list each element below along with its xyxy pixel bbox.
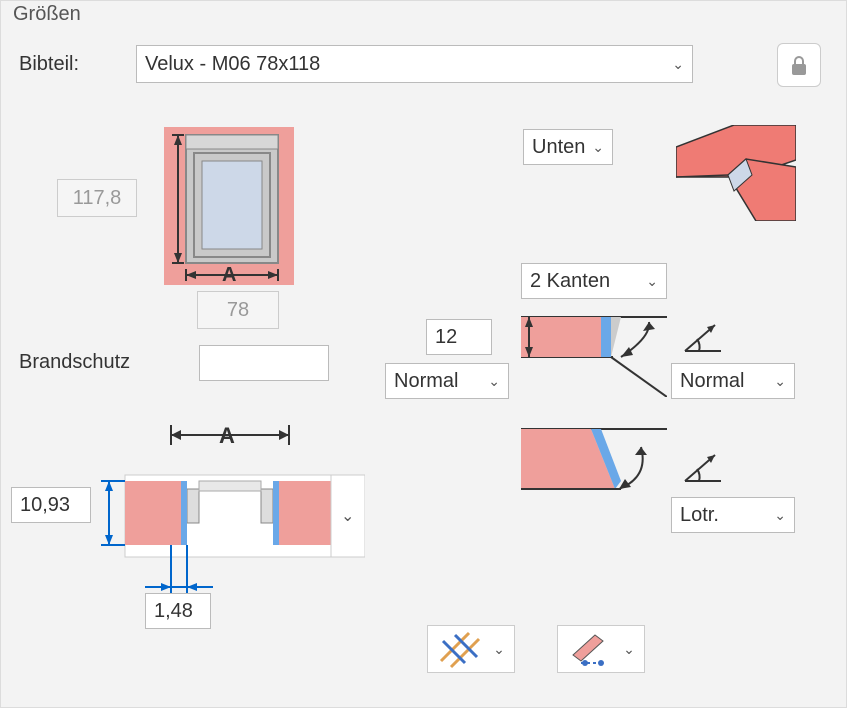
dim-a-input[interactable]: 10,93	[11, 487, 91, 523]
brandschutz-input[interactable]	[199, 345, 329, 381]
chevron-down-icon: ⌄	[488, 373, 500, 390]
bottom-edge-figure	[521, 417, 667, 513]
top-edge-value-input[interactable]: 12	[426, 319, 492, 355]
angle-icon	[681, 449, 725, 493]
chevron-down-icon: ⌄	[592, 139, 604, 156]
rafter-select[interactable]: ⌄	[557, 625, 645, 673]
angle-icon	[681, 319, 725, 363]
left-mode-select[interactable]: Normal ⌄	[385, 363, 509, 399]
width-value: 78	[197, 291, 279, 329]
sizes-panel: Größen Bibteil: Velux - M06 78x118 ⌄	[0, 0, 847, 708]
top-edge-figure	[521, 307, 667, 403]
roof-intersection-figure	[676, 125, 796, 221]
chevron-down-icon: ⌄	[646, 273, 658, 290]
right-mode-select-1[interactable]: Normal ⌄	[671, 363, 795, 399]
edges-select[interactable]: 2 Kanten ⌄	[521, 263, 667, 299]
chevron-down-icon: ⌄	[623, 641, 635, 658]
hatch-icon	[437, 629, 483, 669]
hatching-select[interactable]: ⌄	[427, 625, 515, 673]
lock-icon	[789, 54, 809, 76]
rafter-icon	[567, 629, 613, 669]
window-figure: A	[164, 127, 294, 285]
lock-button[interactable]	[777, 43, 821, 87]
dim-b-input[interactable]: 1,48	[145, 593, 211, 629]
chevron-down-icon: ⌄	[493, 641, 505, 658]
svg-text:A: A	[219, 423, 235, 448]
right-mode-select-2[interactable]: Lotr. ⌄	[671, 497, 795, 533]
bibteil-value: Velux - M06 78x118	[145, 53, 320, 76]
bibteil-label: Bibteil:	[19, 53, 79, 76]
chevron-down-icon: ⌄	[774, 507, 786, 524]
chevron-down-icon: ⌄	[774, 373, 786, 390]
chevron-down-icon: ⌄	[672, 56, 684, 73]
svg-text:A: A	[222, 264, 236, 285]
brandschutz-label: Brandschutz	[19, 351, 130, 374]
bibteil-select[interactable]: Velux - M06 78x118 ⌄	[136, 45, 693, 83]
group-label: Größen	[9, 3, 85, 26]
section-figure: A ⌄	[95, 417, 365, 633]
section-dropdown[interactable]	[331, 475, 365, 557]
height-value: 117,8	[57, 179, 137, 217]
position-select[interactable]: Unten ⌄	[523, 129, 613, 165]
